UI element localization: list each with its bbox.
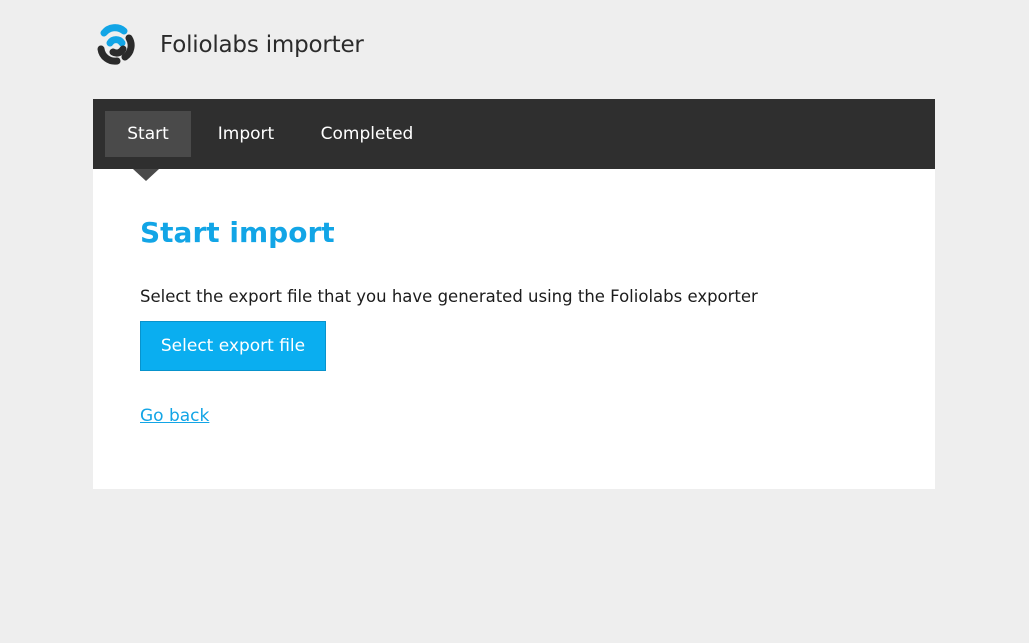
main-content: Start import Select the export file that… [93,169,935,426]
step-nav: Start Import Completed [93,99,935,181]
swirl-logo-icon [97,24,135,65]
tab-start[interactable]: Start [105,111,191,157]
tab-completed[interactable]: Completed [313,111,421,157]
go-back-link[interactable]: Go back [140,406,209,426]
app-header: Foliolabs importer [93,20,364,70]
app-title: Foliolabs importer [160,32,364,58]
import-panel: Start Import Completed Start import Sele… [93,99,935,489]
select-export-file-button[interactable]: Select export file [140,321,326,371]
tab-import[interactable]: Import [205,111,287,157]
page-title: Start import [140,216,335,249]
active-tab-pointer [133,169,159,181]
instructions-text: Select the export file that you have gen… [140,287,758,306]
